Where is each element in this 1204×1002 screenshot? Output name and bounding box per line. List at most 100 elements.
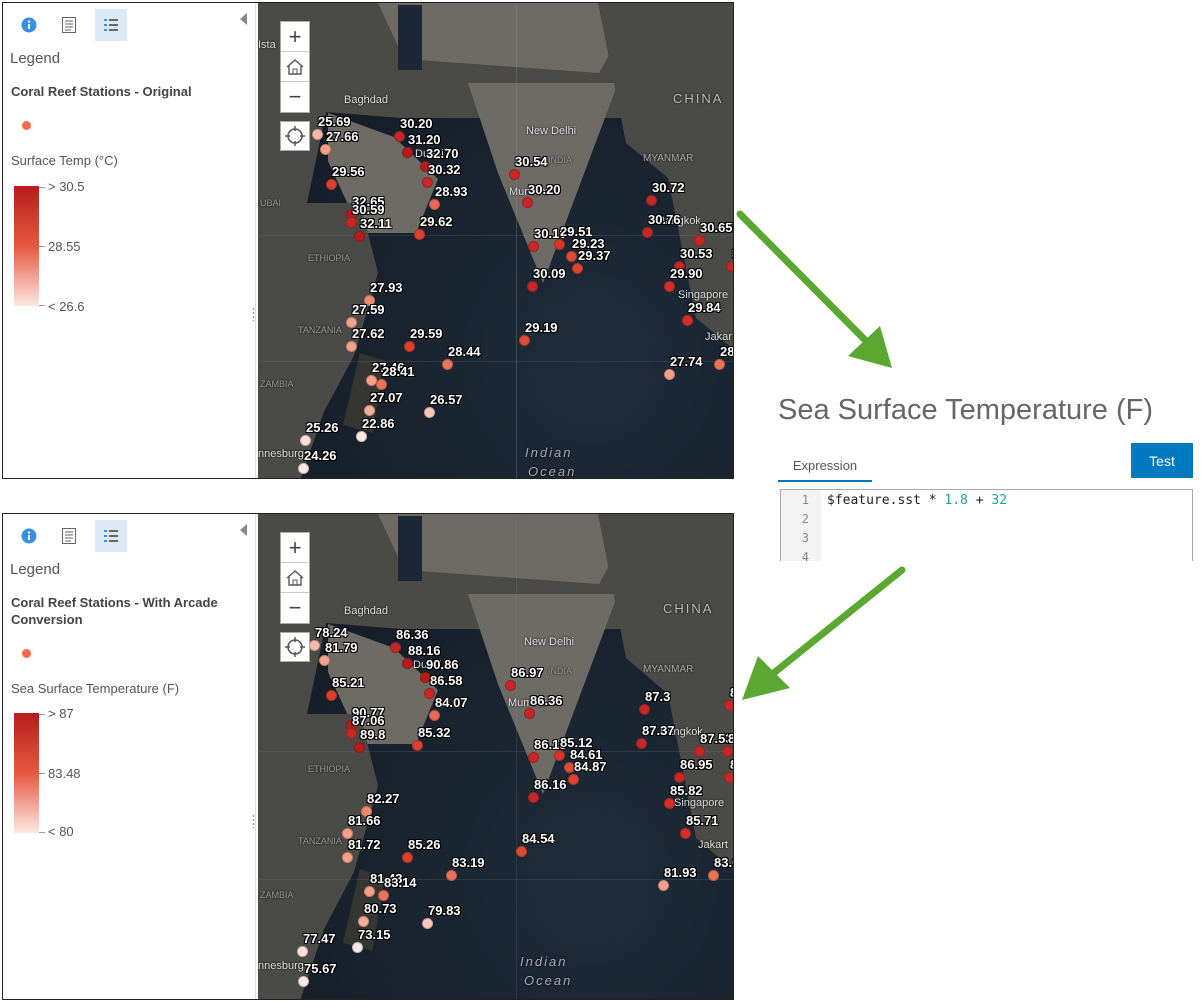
map-view[interactable]: Baghdad Dubai New Delhi Mumbai INDIA MYA… (258, 514, 733, 999)
collapse-chevron-icon[interactable] (240, 13, 247, 25)
station-marker[interactable] (346, 728, 357, 739)
station-marker[interactable] (414, 229, 425, 240)
station-marker[interactable] (309, 640, 320, 651)
station-marker[interactable] (298, 976, 309, 987)
locate-button[interactable] (280, 632, 310, 662)
station-marker[interactable] (519, 335, 530, 346)
station-marker[interactable] (639, 704, 650, 715)
station-marker[interactable] (402, 658, 413, 669)
station-marker[interactable] (572, 263, 583, 274)
resize-handle[interactable] (252, 814, 255, 828)
station-marker[interactable] (722, 746, 733, 757)
map-view[interactable]: Ista Baghdad Dubai New Delhi Mumbai INDI… (258, 3, 733, 478)
station-marker[interactable] (404, 341, 415, 352)
station-marker[interactable] (326, 179, 337, 190)
station-marker[interactable] (446, 870, 457, 881)
station-marker[interactable] (724, 772, 733, 783)
station-marker[interactable] (642, 227, 653, 238)
station-marker[interactable] (298, 463, 309, 474)
zoom-out-button[interactable]: − (281, 593, 309, 623)
code-editor[interactable]: 1 2 3 4 $feature.sst * 1.8 + 32 (780, 489, 1193, 561)
station-marker[interactable] (708, 870, 719, 881)
station-marker[interactable] (346, 217, 357, 228)
station-marker[interactable] (680, 828, 691, 839)
station-marker[interactable] (402, 852, 413, 863)
zoom-in-button[interactable]: + (281, 22, 309, 52)
station-marker[interactable] (390, 642, 401, 653)
station-marker[interactable] (354, 742, 365, 753)
info-icon[interactable] (13, 9, 45, 41)
station-marker[interactable] (346, 341, 357, 352)
station-marker[interactable] (297, 946, 308, 957)
station-marker[interactable] (528, 241, 539, 252)
station-marker[interactable] (636, 738, 647, 749)
station-marker[interactable] (509, 169, 520, 180)
station-marker[interactable] (412, 740, 423, 751)
station-marker[interactable] (516, 846, 527, 857)
zoom-out-button[interactable]: − (281, 82, 309, 112)
collapse-chevron-icon[interactable] (240, 524, 247, 536)
home-button[interactable] (281, 52, 309, 82)
station-marker[interactable] (554, 239, 565, 250)
station-marker[interactable] (358, 916, 369, 927)
station-marker[interactable] (326, 690, 337, 701)
legend-list-icon[interactable] (95, 520, 127, 552)
station-marker[interactable] (312, 129, 323, 140)
details-icon[interactable] (53, 520, 85, 552)
station-marker[interactable] (422, 177, 433, 188)
station-marker[interactable] (402, 147, 413, 158)
station-marker[interactable] (364, 886, 375, 897)
station-marker[interactable] (424, 407, 435, 418)
station-marker[interactable] (522, 197, 533, 208)
station-marker[interactable] (664, 281, 675, 292)
station-marker[interactable] (528, 792, 539, 803)
place-label: ZAMBIA (260, 379, 294, 389)
home-icon (286, 58, 304, 75)
station-marker[interactable] (356, 431, 367, 442)
station-marker[interactable] (424, 688, 435, 699)
station-marker[interactable] (320, 144, 331, 155)
place-label: INDIA (548, 666, 573, 676)
layer-title: Coral Reef Stations - With Arcade Conver… (11, 595, 218, 627)
station-marker[interactable] (682, 315, 693, 326)
station-marker[interactable] (378, 890, 389, 901)
test-button[interactable]: Test (1131, 443, 1193, 478)
station-marker[interactable] (442, 359, 453, 370)
station-marker[interactable] (694, 746, 705, 757)
station-marker[interactable] (568, 774, 579, 785)
zoom-in-button[interactable]: + (281, 533, 309, 563)
station-marker[interactable] (528, 752, 539, 763)
station-marker[interactable] (646, 195, 657, 206)
station-marker[interactable] (364, 405, 375, 416)
station-marker[interactable] (664, 798, 675, 809)
locate-button[interactable] (280, 121, 310, 151)
station-marker[interactable] (429, 710, 440, 721)
station-marker[interactable] (505, 680, 516, 691)
station-marker[interactable] (319, 655, 330, 666)
station-marker[interactable] (674, 772, 685, 783)
details-icon[interactable] (53, 9, 85, 41)
station-marker[interactable] (714, 359, 725, 370)
station-marker[interactable] (352, 942, 363, 953)
station-marker[interactable] (694, 235, 705, 246)
station-marker[interactable] (342, 852, 353, 863)
station-marker[interactable] (429, 199, 440, 210)
station-marker[interactable] (664, 369, 675, 380)
station-marker[interactable] (527, 281, 538, 292)
tab-expression[interactable]: Expression (778, 450, 872, 482)
station-marker[interactable] (376, 379, 387, 390)
resize-handle[interactable] (252, 307, 255, 321)
info-icon[interactable] (13, 520, 45, 552)
station-marker[interactable] (394, 131, 405, 142)
station-marker[interactable] (554, 750, 565, 761)
station-temp-label: 86.58 (430, 673, 463, 688)
station-marker[interactable] (566, 251, 577, 262)
station-marker[interactable] (524, 708, 535, 719)
station-marker[interactable] (354, 231, 365, 242)
home-button[interactable] (281, 563, 309, 593)
station-marker[interactable] (658, 880, 669, 891)
ramp-tick-high (39, 187, 45, 188)
station-marker[interactable] (422, 918, 433, 929)
legend-list-icon[interactable] (95, 9, 127, 41)
station-marker[interactable] (300, 435, 311, 446)
